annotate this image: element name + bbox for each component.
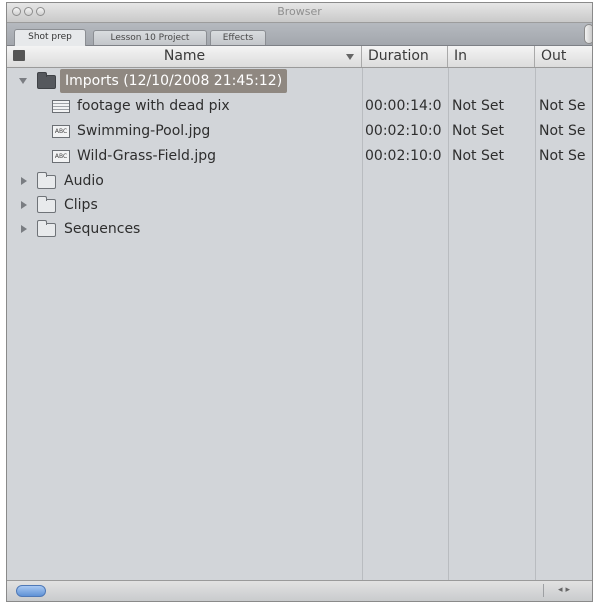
duration-value: 00:00:14:0 [365, 98, 442, 114]
column-header-row: Name Duration In Out [7, 46, 592, 68]
folder-name: Imports (12/10/2008 21:45:12) [60, 69, 288, 93]
column-header-in[interactable]: In [448, 46, 535, 67]
folder-icon [37, 172, 56, 189]
item-name: Swimming-Pool.jpg [77, 123, 211, 139]
tab-shot-prep[interactable]: Shot prep [14, 29, 86, 46]
browser-window: Browser Shot prep Lesson 10 Project Effe… [6, 2, 593, 602]
list-item-imports[interactable]: Imports (12/10/2008 21:45:12) [7, 69, 592, 93]
folder-icon [37, 220, 56, 237]
item-name: Wild-Grass-Field.jpg [77, 148, 217, 164]
column-header-out[interactable]: Out [535, 46, 592, 67]
duration-value: 00:02:10:0 [365, 148, 442, 164]
disclosure-triangle-icon[interactable] [19, 78, 27, 84]
horizontal-scroll-arrows[interactable]: ◂ ▸ [543, 584, 584, 597]
disclosure-triangle-icon[interactable] [21, 177, 27, 185]
view-toggle-button[interactable] [16, 585, 46, 597]
folder-icon [37, 72, 56, 89]
list-item-sequences[interactable]: Sequences [7, 217, 592, 241]
in-value: Not Set [452, 123, 504, 139]
bottom-bar: ◂ ▸ [7, 580, 592, 601]
column-name-label: Name [163, 48, 206, 64]
list-item-footage-with-dead-pix[interactable]: footage with dead pix 00:00:14:0 Not Set… [7, 94, 592, 118]
disclosure-triangle-icon[interactable] [21, 225, 27, 233]
disclosure-triangle-icon[interactable] [21, 201, 27, 209]
in-value: Not Set [452, 148, 504, 164]
out-value: Not Se [539, 98, 586, 114]
out-value: Not Se [539, 148, 586, 164]
tab-lesson-10-project[interactable]: Lesson 10 Project [93, 30, 207, 45]
toolbar-toggle-button[interactable] [584, 24, 592, 44]
clip-icon [52, 100, 70, 113]
folder-name: Audio [64, 173, 104, 189]
still-image-icon: ABC [52, 125, 70, 138]
in-value: Not Set [452, 98, 504, 114]
duration-value: 00:02:10:0 [365, 123, 442, 139]
list-item-audio[interactable]: Audio [7, 169, 592, 193]
column-header-duration[interactable]: Duration [362, 46, 448, 67]
folder-name: Sequences [64, 221, 141, 237]
item-name: footage with dead pix [77, 98, 230, 114]
out-value: Not Se [539, 123, 586, 139]
window-title: Browser [277, 5, 322, 18]
tab-effects[interactable]: Effects [210, 30, 266, 45]
still-image-icon: ABC [52, 150, 70, 163]
scroll-left-icon[interactable]: ◂ [558, 585, 563, 595]
list-item-clips[interactable]: Clips [7, 193, 592, 217]
folder-icon [37, 196, 56, 213]
title-bar[interactable]: Browser [7, 3, 592, 23]
tab-bar: Shot prep Lesson 10 Project Effects [7, 23, 592, 46]
sort-arrow-icon [346, 54, 354, 60]
list-item-wild-grass-field[interactable]: ABC Wild-Grass-Field.jpg 00:02:10:0 Not … [7, 144, 592, 168]
folder-name: Clips [64, 197, 98, 213]
scroll-right-icon[interactable]: ▸ [565, 585, 570, 595]
column-header-name[interactable]: Name [7, 46, 362, 67]
browser-list: Imports (12/10/2008 21:45:12) footage wi… [7, 68, 592, 583]
list-item-swimming-pool[interactable]: ABC Swimming-Pool.jpg 00:02:10:0 Not Set… [7, 119, 592, 143]
